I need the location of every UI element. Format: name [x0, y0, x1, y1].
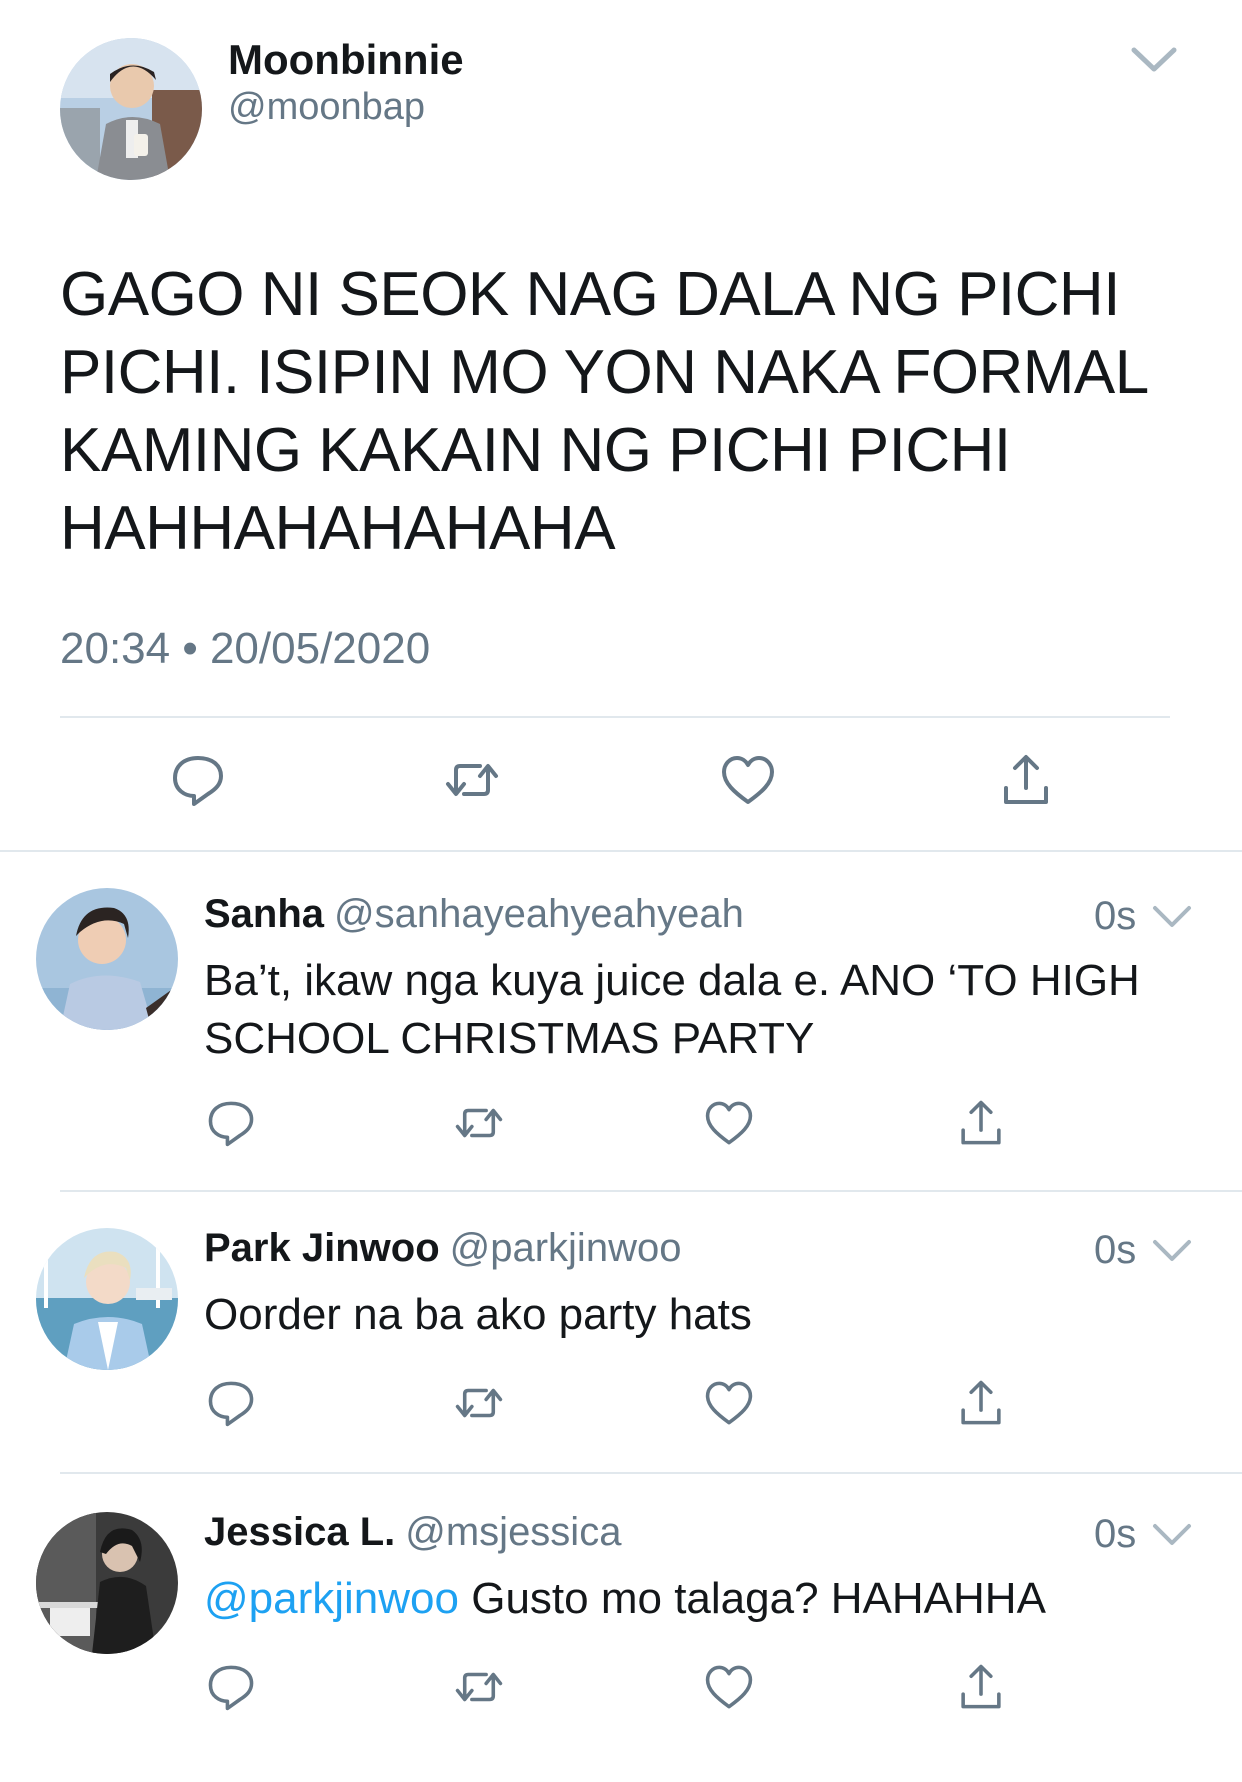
- chevron-down-icon[interactable]: [1152, 904, 1192, 930]
- share-icon[interactable]: [956, 1378, 1006, 1428]
- reply-timestamp: 0s: [1094, 1228, 1137, 1272]
- list-item[interactable]: Sanha @sanhayeahyeahyeah 0s Ba’t, ikaw ng…: [0, 858, 1242, 1192]
- user-handle[interactable]: @sanhayeahyeahyeah: [334, 892, 744, 936]
- like-icon[interactable]: [704, 1098, 754, 1148]
- avatar[interactable]: [36, 888, 178, 1030]
- retweet-icon[interactable]: [444, 752, 500, 808]
- mention-link[interactable]: @parkjinwoo: [204, 1574, 459, 1623]
- list-item[interactable]: Park Jinwoo @parkjinwoo 0s Oorder na ba a…: [0, 1192, 1242, 1476]
- reply-text: Oorder na ba ako party hats: [204, 1290, 752, 1339]
- retweet-icon[interactable]: [454, 1378, 504, 1428]
- share-icon[interactable]: [998, 752, 1054, 808]
- main-tweet: Moonbinnie @moonbap GAGO NI SEOK NAG DAL…: [0, 0, 1242, 858]
- list-item[interactable]: Jessica L. @msjessica 0s @parkjinwoo Gust…: [0, 1476, 1242, 1782]
- retweet-icon[interactable]: [454, 1662, 504, 1712]
- reply-timestamp: 0s: [1094, 1512, 1137, 1556]
- retweet-icon[interactable]: [454, 1098, 504, 1148]
- reply-text: @parkjinwoo Gusto mo talaga? HAHAHHA: [204, 1574, 1046, 1623]
- user-handle[interactable]: @parkjinwoo: [450, 1226, 682, 1270]
- user-handle[interactable]: @msjessica: [405, 1510, 621, 1554]
- divider: [60, 1472, 1242, 1474]
- user-handle[interactable]: @moonbap: [228, 86, 425, 129]
- chevron-down-icon[interactable]: [1152, 1522, 1192, 1548]
- reply-header: Jessica L. @msjessica: [204, 1510, 621, 1555]
- share-icon[interactable]: [956, 1662, 1006, 1712]
- user-name[interactable]: Sanha: [204, 892, 324, 936]
- reply-timestamp: 0s: [1094, 894, 1137, 938]
- reply-icon[interactable]: [206, 1662, 256, 1712]
- reply-header: Sanha @sanhayeahyeahyeah: [204, 892, 744, 937]
- divider: [60, 716, 1170, 718]
- avatar[interactable]: [36, 1512, 178, 1654]
- tweet-timestamp: 20:34 • 20/05/2020: [60, 624, 431, 673]
- like-icon[interactable]: [704, 1378, 754, 1428]
- avatar[interactable]: [60, 38, 202, 180]
- divider: [0, 850, 1242, 852]
- reply-icon[interactable]: [170, 752, 226, 808]
- chevron-down-icon[interactable]: [1152, 1238, 1192, 1264]
- reply-icon[interactable]: [206, 1378, 256, 1428]
- like-icon[interactable]: [704, 1662, 754, 1712]
- share-icon[interactable]: [956, 1098, 1006, 1148]
- reply-icon[interactable]: [206, 1098, 256, 1148]
- user-name[interactable]: Park Jinwoo: [204, 1226, 440, 1270]
- avatar[interactable]: [36, 1228, 178, 1370]
- chevron-down-icon[interactable]: [1130, 45, 1178, 75]
- reply-header: Park Jinwoo @parkjinwoo: [204, 1226, 681, 1271]
- user-name[interactable]: Jessica L.: [204, 1510, 395, 1554]
- user-name[interactable]: Moonbinnie: [228, 36, 464, 84]
- like-icon[interactable]: [720, 752, 776, 808]
- tweet-text: GAGO NI SEOK NAG DALA NG PICHI PICHI. IS…: [60, 260, 1147, 563]
- reply-text: Ba’t, ikaw nga kuya juice dala e. ANO ‘T…: [204, 956, 1140, 1063]
